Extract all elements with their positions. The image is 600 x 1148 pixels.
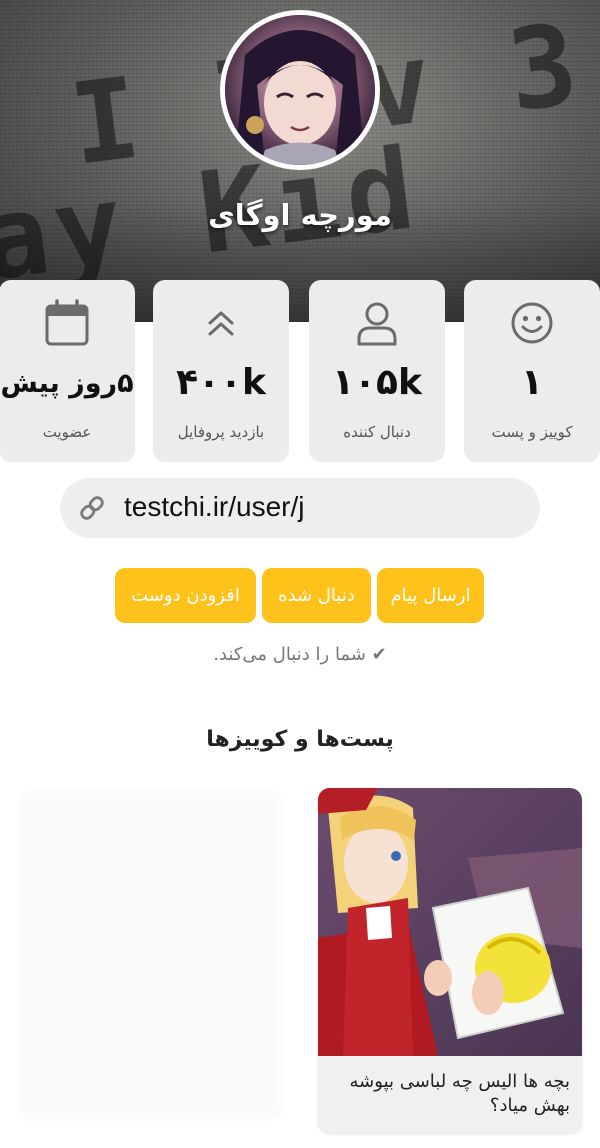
profile-username: مورچه اوگای bbox=[208, 198, 392, 232]
stat-posts[interactable]: ۱ کوییز و پست bbox=[464, 280, 600, 462]
stat-followers-value: ۱۰۵k bbox=[332, 362, 422, 403]
stat-profile-views-value: ۴۰۰k bbox=[176, 362, 266, 403]
follows-you-note: ✔ شما را دنبال می‌کند. bbox=[213, 644, 387, 665]
stat-membership[interactable]: ۵روز پیش عضویت bbox=[0, 280, 135, 462]
stat-followers[interactable]: ۱۰۵k دنبال کننده bbox=[309, 280, 445, 462]
post-card-placeholder bbox=[18, 790, 282, 1120]
post-title: بچه ها الیس چه لباسی بپوشه بهش میاد؟ bbox=[349, 1071, 570, 1116]
stat-profile-views-label: بازدید پروفایل bbox=[177, 423, 265, 441]
post-card[interactable]: بچه ها الیس چه لباسی بپوشه بهش میاد؟ bbox=[318, 788, 582, 1133]
link-icon bbox=[78, 494, 106, 522]
smile-icon bbox=[464, 298, 600, 348]
send-message-button[interactable]: ارسال پیام bbox=[377, 568, 484, 623]
stat-posts-label: کوییز و پست bbox=[491, 423, 573, 441]
calendar-icon bbox=[0, 298, 135, 348]
user-icon bbox=[309, 298, 445, 348]
stat-followers-label: دنبال کننده bbox=[343, 423, 411, 441]
profile-link-url[interactable]: testchi.ir/user/j bbox=[124, 491, 305, 523]
post-thumbnail bbox=[318, 788, 582, 1056]
stat-membership-value: ۵روز پیش bbox=[0, 368, 134, 399]
chevrons-up-icon bbox=[153, 298, 289, 348]
stats-row: ۱ کوییز و پست ۱۰۵k دنبال کننده ۴۰۰k بازد… bbox=[0, 280, 600, 462]
followed-button[interactable]: دنبال شده bbox=[262, 568, 371, 623]
add-friend-button[interactable]: افزودن دوست bbox=[115, 568, 256, 623]
stat-membership-label: عضویت bbox=[42, 423, 92, 441]
profile-link-bar[interactable]: testchi.ir/user/j bbox=[60, 478, 540, 538]
avatar[interactable] bbox=[220, 10, 380, 170]
avatar-image bbox=[225, 15, 375, 165]
section-title: پست‌ها و کوییزها bbox=[206, 727, 394, 752]
stat-posts-value: ۱ bbox=[521, 362, 543, 403]
stat-profile-views[interactable]: ۴۰۰k بازدید پروفایل bbox=[153, 280, 289, 462]
